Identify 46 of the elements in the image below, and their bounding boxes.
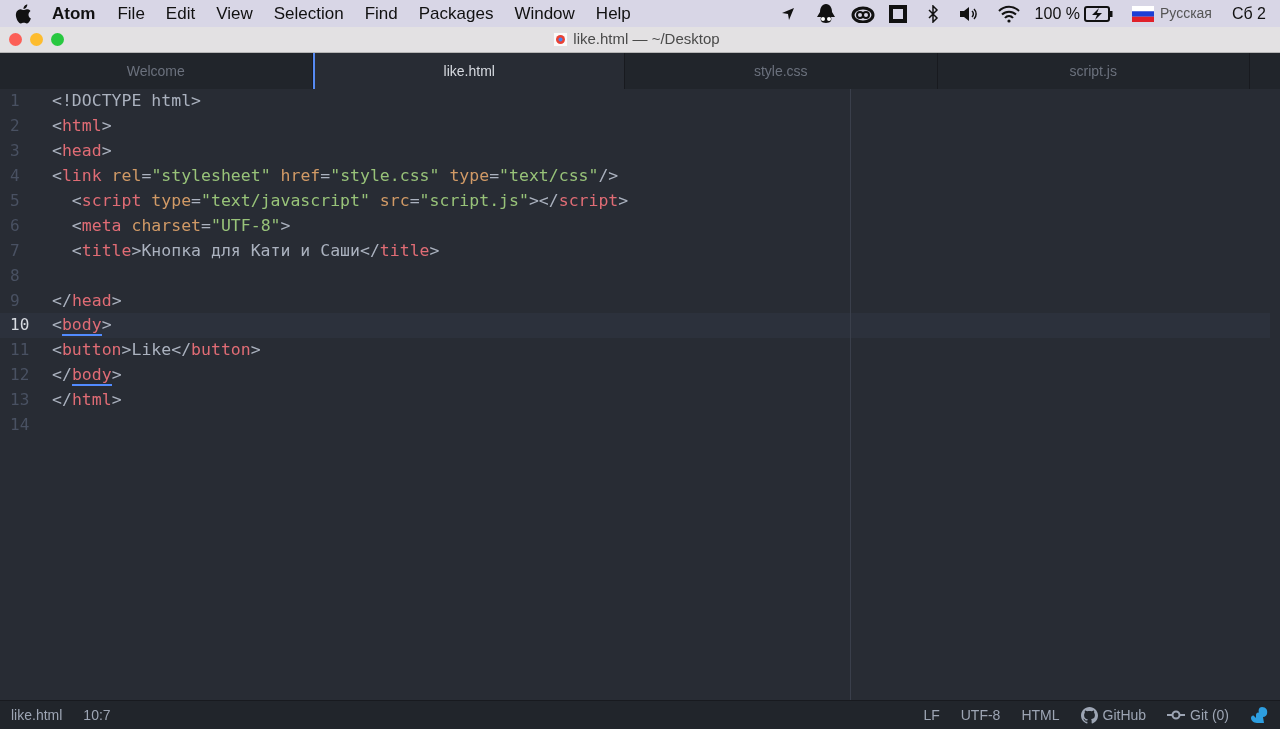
menu-item[interactable]: Selection [273, 0, 344, 27]
menu-item[interactable]: Edit [165, 0, 196, 27]
location-arrow-icon[interactable] [780, 6, 795, 21]
window-title: like.html — ~/Desktop [573, 29, 720, 50]
code-text: <head> [52, 141, 112, 162]
volume-icon[interactable] [958, 5, 979, 22]
line-number: 10 [9, 314, 31, 337]
code-text: <body> [52, 315, 112, 336]
code-text: <link rel="stylesheet" href="style.css" type="text/css"/> [52, 166, 619, 187]
menu-item[interactable]: Packages [418, 0, 494, 27]
file-icon [554, 33, 568, 46]
app-name[interactable]: Atom [52, 0, 96, 27]
code-text: <script type="text/javascript" src="script.js"></script> [70, 191, 629, 211]
square-icon[interactable] [888, 4, 907, 23]
apple-icon[interactable] [14, 3, 32, 24]
grammar[interactable]: HTML [1021, 704, 1060, 726]
code-text: </html> [52, 390, 122, 411]
code-text: <button>Like</button> [52, 340, 261, 361]
git-button[interactable]: Git (0) [1167, 704, 1229, 726]
code-text: </body> [52, 365, 122, 386]
code-text: </head> [52, 290, 122, 311]
status-file-name[interactable]: like.html [11, 704, 63, 726]
editor-tab[interactable]: like.html [312, 53, 625, 89]
commit-icon [1167, 710, 1186, 720]
line-ending[interactable]: LF [923, 704, 940, 726]
code-text: <title>Кнопка для Кати и Саши</title> [70, 240, 440, 261]
menu-item[interactable]: Find [364, 0, 398, 27]
menu-item[interactable]: File [117, 0, 145, 27]
battery-percentage: 100 % [1034, 3, 1080, 24]
input-language[interactable]: Русская [1159, 3, 1212, 24]
github-icon [1080, 706, 1098, 724]
battery-charging-icon[interactable] [1083, 5, 1114, 22]
bluetooth-icon[interactable] [926, 4, 939, 23]
menu-item[interactable]: Window [514, 0, 575, 27]
flag-icon[interactable] [1131, 5, 1154, 22]
github-button[interactable]: GitHub [1080, 704, 1147, 726]
creative-cloud-icon[interactable] [850, 4, 875, 23]
encoding[interactable]: UTF-8 [960, 704, 1001, 726]
code-text: <html> [52, 116, 112, 137]
wifi-icon[interactable] [996, 4, 1021, 23]
menu-item[interactable]: Help [595, 0, 631, 27]
menu-bar-clock[interactable]: Сб 2 [1231, 1, 1266, 26]
code-text: <meta charset="UTF-8"> [70, 215, 291, 236]
code-text: <!DOCTYPE html> [52, 91, 201, 112]
menu-item[interactable]: View [216, 0, 253, 27]
cursor-position[interactable]: 10:7 [83, 704, 111, 726]
